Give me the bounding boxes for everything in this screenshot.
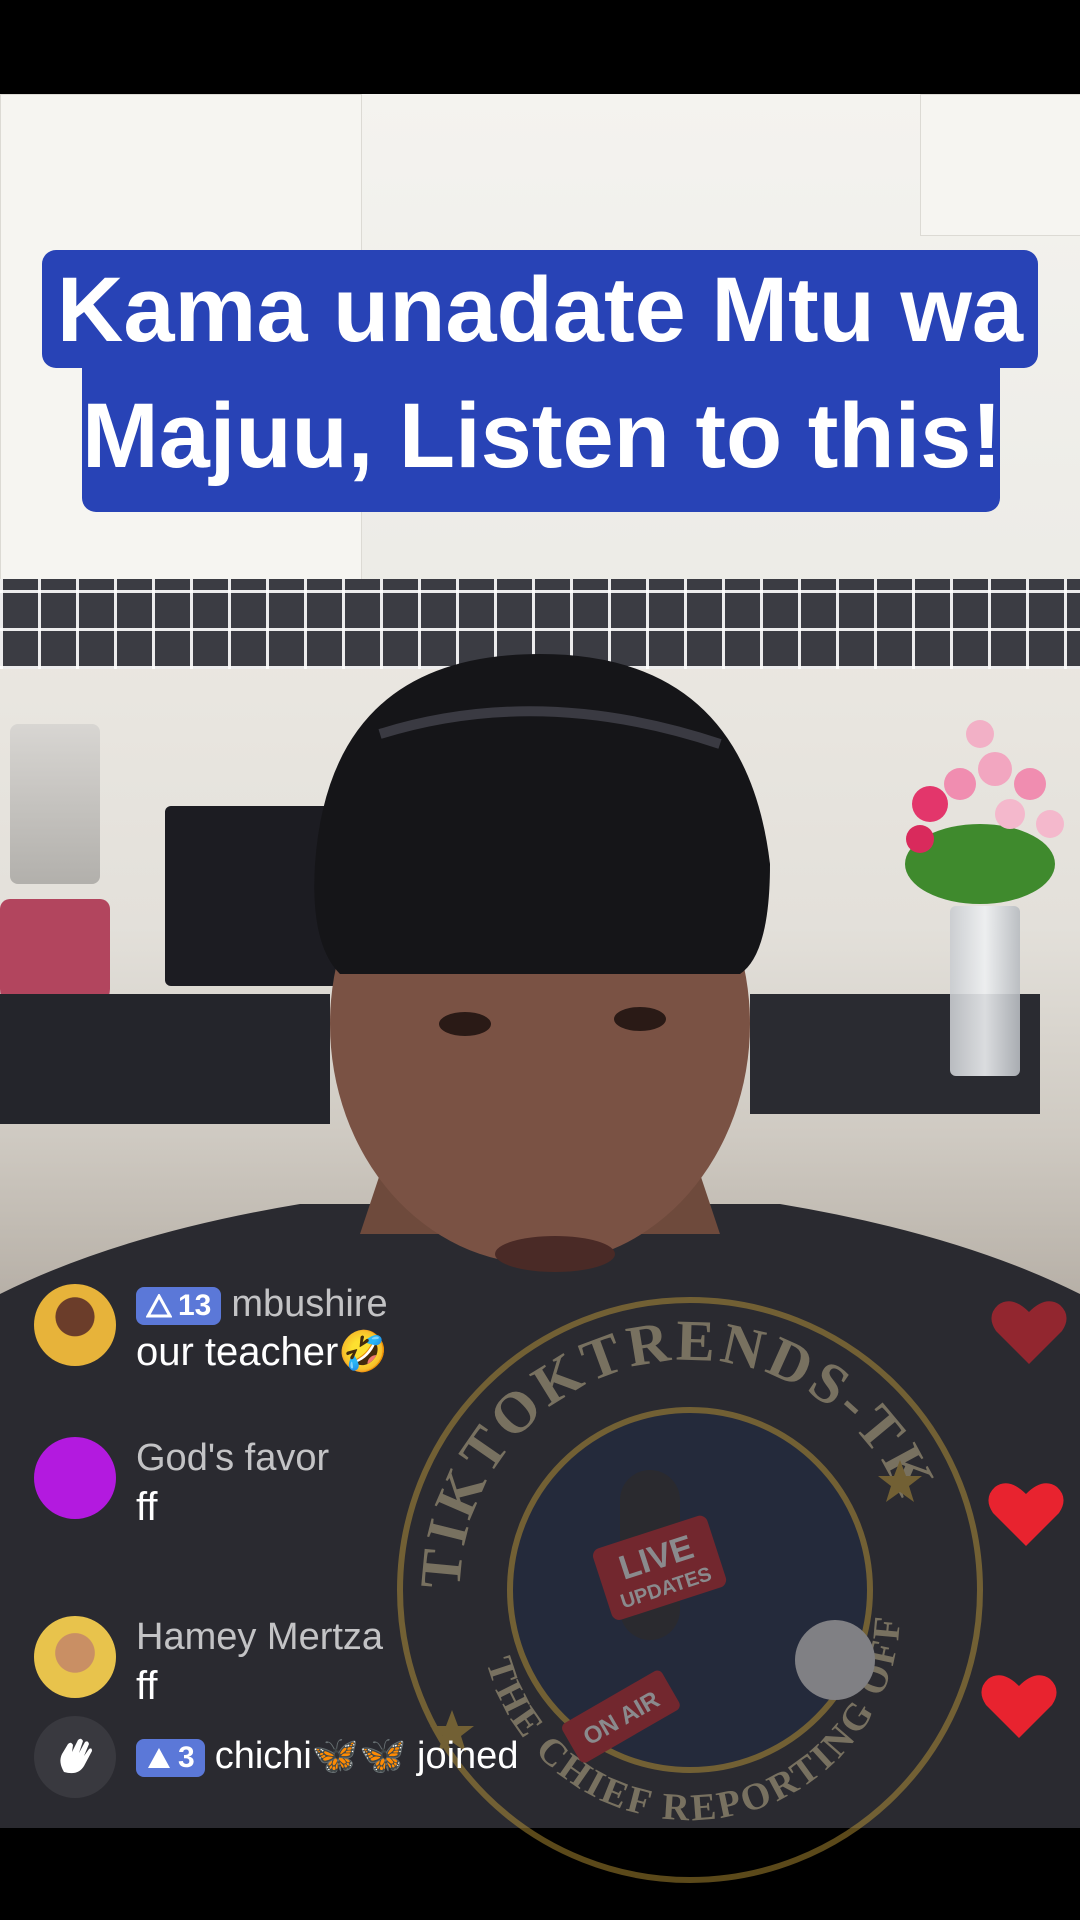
level-triangle-icon (148, 1747, 170, 1768)
globe-icon (795, 1620, 875, 1700)
top-letterbox (0, 0, 1080, 94)
join-text: 3 chichi🦋🦋 joined (136, 1734, 518, 1778)
level-number: 13 (178, 1288, 212, 1322)
comment-username[interactable]: Hamey Mertza (136, 1616, 383, 1659)
username-text[interactable]: chichi🦋🦋 (215, 1735, 407, 1777)
comment-username[interactable]: God's favor (136, 1437, 329, 1480)
avatar[interactable] (34, 1616, 116, 1698)
wave-hand-icon (34, 1716, 116, 1798)
heart-icon (988, 1483, 1064, 1546)
level-badge: 3 (136, 1738, 205, 1777)
level-badge: 13 (136, 1286, 222, 1325)
avatar[interactable] (34, 1437, 116, 1519)
username-text: mbushire (231, 1283, 388, 1325)
live-video-screen: Kama unadate Mtu wa Majuu, Listen to thi… (0, 0, 1080, 1920)
level-triangle-icon (146, 1293, 172, 1318)
watermark-logo: TIKTOKTRENDS-TK THE CHIEF REPORTING OFFI… (390, 1290, 983, 1883)
comment-text: ff (136, 1485, 158, 1529)
heart-icon (991, 1301, 1067, 1364)
avatar[interactable] (34, 1284, 116, 1366)
comment-text: ff (136, 1664, 158, 1708)
joined-label: joined (417, 1735, 519, 1777)
heart-icon (981, 1675, 1057, 1738)
caption-line-2: Majuu, Listen to this! (82, 385, 1002, 487)
caption-line-1: Kama unadate Mtu wa (56, 259, 1024, 361)
level-number: 3 (178, 1740, 195, 1774)
comment-text: our teacher🤣 (136, 1330, 389, 1374)
comment-username[interactable]: 13 mbushire (136, 1284, 388, 1325)
